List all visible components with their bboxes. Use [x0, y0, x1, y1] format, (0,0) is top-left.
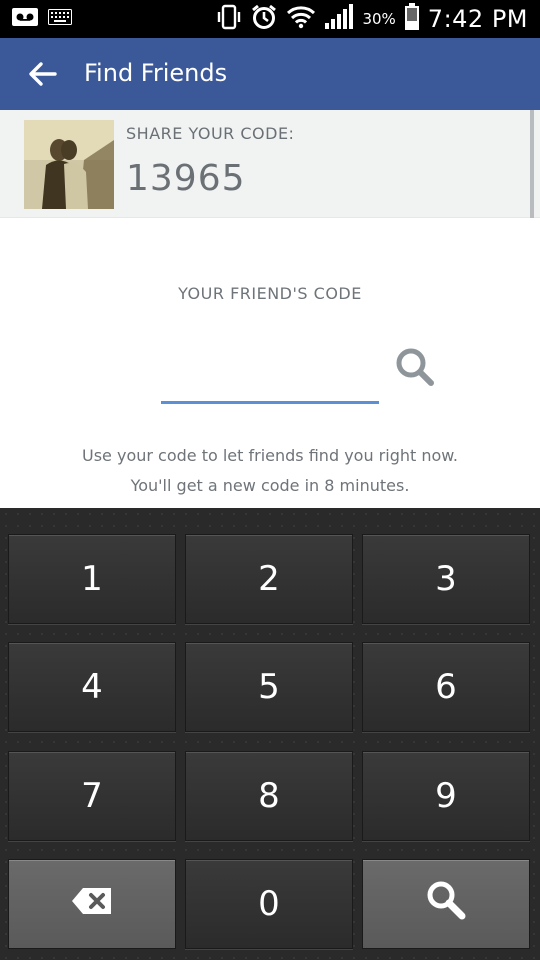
search-icon — [425, 879, 467, 930]
voicemail-icon — [12, 8, 38, 30]
help-text: Use your code to let friends find you ri… — [0, 441, 540, 501]
backspace-key[interactable] — [8, 859, 176, 949]
status-left — [12, 8, 72, 30]
alarm-icon — [250, 3, 278, 35]
key-2[interactable]: 2 — [185, 534, 353, 624]
key-3[interactable]: 3 — [362, 534, 530, 624]
signal-icon — [324, 4, 354, 34]
numeric-keypad: 1 2 3 4 5 6 7 8 9 0 — [0, 508, 540, 960]
profile-photo — [24, 120, 114, 209]
backspace-icon — [71, 884, 113, 924]
status-time: 7:42 PM — [427, 5, 528, 33]
key-0[interactable]: 0 — [185, 859, 353, 949]
search-icon[interactable] — [394, 346, 436, 388]
share-code-label: SHARE YOUR CODE: — [126, 124, 295, 143]
key-1[interactable]: 1 — [8, 534, 176, 624]
key-6[interactable]: 6 — [362, 642, 530, 732]
scroll-indicator — [530, 110, 534, 218]
wifi-icon — [286, 5, 316, 33]
share-code-value: 13965 — [126, 158, 246, 199]
status-right: 30% 7:42 PM — [216, 3, 528, 35]
keyboard-icon — [48, 9, 72, 29]
help-line-1: Use your code to let friends find you ri… — [82, 446, 458, 465]
key-9[interactable]: 9 — [362, 751, 530, 841]
search-key[interactable] — [362, 859, 530, 949]
page-title: Find Friends — [84, 59, 228, 87]
key-5[interactable]: 5 — [185, 642, 353, 732]
battery-icon — [404, 3, 420, 35]
battery-percent: 30% — [362, 10, 396, 28]
share-code-card: SHARE YOUR CODE: 13965 — [0, 110, 540, 218]
vibrate-icon — [216, 4, 242, 34]
key-8[interactable]: 8 — [185, 751, 353, 841]
back-arrow-icon[interactable] — [26, 58, 58, 90]
app-bar: Find Friends — [0, 38, 540, 110]
friend-code-input[interactable] — [161, 346, 379, 404]
status-bar: 30% 7:42 PM — [0, 0, 540, 38]
friend-code-label: YOUR FRIEND'S CODE — [178, 284, 362, 303]
key-7[interactable]: 7 — [8, 751, 176, 841]
key-4[interactable]: 4 — [8, 642, 176, 732]
help-line-2: You'll get a new code in 8 minutes. — [130, 476, 410, 495]
